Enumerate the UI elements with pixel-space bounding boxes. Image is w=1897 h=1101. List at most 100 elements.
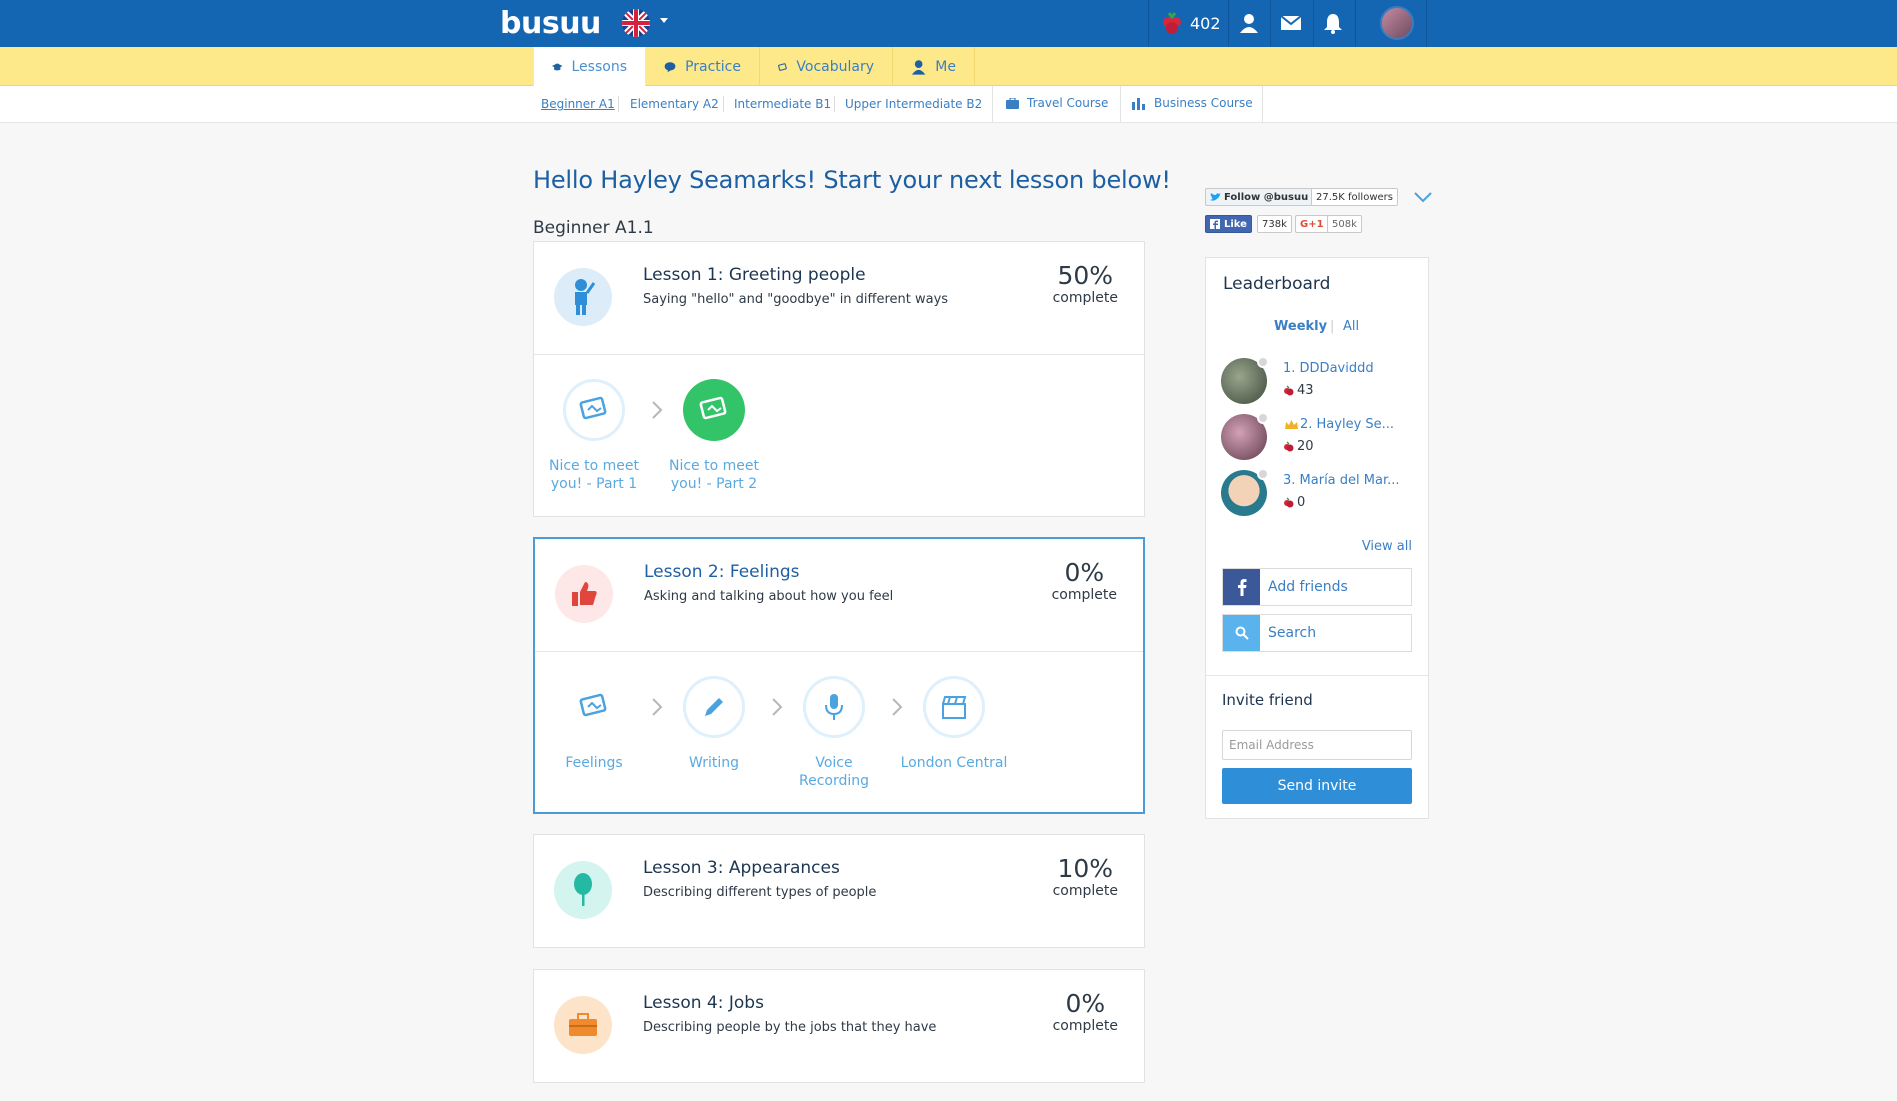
twitter-followers-count: 27.5K followers [1311,188,1398,206]
social-buttons: Follow @busuu 27.5K followers Like 738k … [1205,188,1435,238]
lesson-activities-1: Nice to meet you! - Part 1 Nice to meet yo… [534,355,1144,515]
page-title: Hello Hayley Seamarks! Start your next l… [533,166,1171,194]
lesson-desc-3: Describing different types of people [643,885,877,900]
activity-label: Recording [798,773,870,789]
complete-label: complete [1052,883,1118,899]
berry-icon [1284,384,1294,395]
lesson-progress-3: 10% complete [1052,854,1118,900]
flashcards-icon [563,379,625,441]
busuu-logo[interactable]: busuu [500,6,601,41]
section-label: Beginner A1.1 [533,218,654,238]
top-right-toolbar: 402 [1148,0,1428,47]
activity-voice-recording[interactable]: Voice Recording [779,676,889,790]
lesson-title-3: Lesson 3: Appearances [643,858,840,878]
activity-nice-to-meet-part2[interactable]: Nice to meet you! - Part 2 [659,379,769,493]
chevron-down-icon[interactable] [1414,192,1432,203]
lesson-header-3[interactable]: Lesson 3: Appearances Describing differe… [534,835,1144,948]
lesson-title-4: Lesson 4: Jobs [643,993,764,1013]
top-bar: busuu 402 [0,0,1897,47]
lesson-title-1: Lesson 1: Greeting people [643,265,866,285]
leaderboard-title: Leaderboard [1223,274,1331,294]
score-value: 43 [1297,383,1314,398]
lesson-desc-2: Asking and talking about how you feel [644,589,894,604]
lesson-card-4[interactable]: Lesson 4: Jobs Describing people by the … [533,969,1145,1083]
berry-points[interactable]: 402 [1160,10,1221,36]
graduation-cap-icon [552,63,563,71]
leaderboard-entry[interactable]: 2. Hayley Se... 20 [1221,412,1421,462]
thumbs-up-icon [555,565,613,623]
pencil-icon [683,676,745,738]
leaderboard-name: 2. Hayley Se... [1300,417,1395,432]
travel-course-link[interactable]: Travel Course [1006,96,1108,110]
complete-label: complete [1052,1018,1118,1034]
level-nav: Beginner A1 Elementary A2 Intermediate B… [0,86,1897,123]
profile-icon[interactable] [1238,12,1260,34]
lesson-header-1[interactable]: Lesson 1: Greeting people Saying "hello"… [534,242,1144,355]
leaderboard-tab-all[interactable]: All [1343,319,1359,334]
level-beginner-a1[interactable]: Beginner A1 [541,97,615,111]
lesson-activities-2: Feelings Writing Voice Recording London C… [535,652,1143,812]
lesson-card-1[interactable]: Lesson 1: Greeting people Saying "hello"… [533,241,1145,517]
facebook-like-button[interactable]: Like [1205,215,1252,233]
activity-label: London Central [900,755,1008,771]
hand-mirror-icon [554,861,612,919]
tab-me-label: Me [935,58,956,75]
activity-label: Nice to meet [669,458,759,474]
level-upper-intermediate-b2[interactable]: Upper Intermediate B2 [845,97,982,111]
lesson-header-2[interactable]: Lesson 2: Feelings Asking and talking ab… [535,539,1143,652]
lesson-percent-4: 0% [1065,989,1106,1018]
bell-icon[interactable] [1322,12,1344,34]
twitter-follow-button[interactable]: Follow @busuu [1205,188,1314,206]
send-invite-button[interactable]: Send invite [1222,768,1412,804]
search-friends-button[interactable]: Search [1222,614,1412,652]
leaderboard-name-wrap: 2. Hayley Se... [1283,417,1394,432]
view-all-link[interactable]: View all [1362,539,1412,554]
flashcards-icon [778,62,787,71]
activity-label: Voice [815,755,853,771]
lesson-card-3[interactable]: Lesson 3: Appearances Describing differe… [533,834,1145,948]
user-icon [911,59,926,75]
lesson-percent-3: 10% [1057,854,1114,883]
search-label: Search [1268,625,1317,641]
crown-icon [1285,420,1298,429]
leaderboard-entry[interactable]: 1. DDDaviddd 43 [1221,356,1421,406]
tab-lessons[interactable]: Lessons [533,47,646,87]
leaderboard-tab-weekly[interactable]: Weekly [1274,319,1327,334]
berry-icon [1163,12,1181,34]
leaderboard-panel: Leaderboard Weekly | All 1. DDDaviddd 43… [1205,257,1429,819]
business-course-label: Business Course [1154,96,1253,110]
lesson-progress-2: 0% complete [1052,559,1117,604]
add-friends-button[interactable]: Add friends [1222,568,1412,606]
twitter-label: Follow @busuu [1224,191,1309,203]
lesson-card-2[interactable]: Lesson 2: Feelings Asking and talking ab… [533,537,1145,814]
facebook-like-label: Like [1224,218,1247,230]
lesson-progress-1: 50% complete [1053,262,1118,307]
leaderboard-score: 0 [1283,495,1305,510]
google-plus-button[interactable]: G+1 [1295,215,1329,233]
activity-feelings[interactable]: Feelings [539,676,649,772]
language-selector[interactable] [622,9,670,39]
leaderboard-name: 1. DDDaviddd [1283,361,1374,376]
leaderboard-entry[interactable]: 3. María del Mar... 0 [1221,468,1421,518]
activity-nice-to-meet-part1[interactable]: Nice to meet you! - Part 1 [539,379,649,493]
flashcards-done-icon [683,379,745,441]
mail-icon[interactable] [1280,12,1302,34]
business-course-link[interactable]: Business Course [1132,96,1253,110]
activity-london-central[interactable]: London Central [899,676,1009,772]
email-field[interactable] [1222,730,1412,760]
user-avatar[interactable] [1380,6,1414,40]
lesson-desc-1: Saying "hello" and "goodbye" in differen… [643,292,949,307]
main-tabs: Lessons Practice Vocabulary Me [0,47,1897,87]
level-elementary-a2[interactable]: Elementary A2 [630,97,719,111]
level-intermediate-b1[interactable]: Intermediate B1 [734,97,831,111]
tab-lessons-label: Lessons [571,59,628,75]
lesson-header-4[interactable]: Lesson 4: Jobs Describing people by the … [534,970,1144,1083]
microphone-icon [803,676,865,738]
tab-practice[interactable]: Practice [646,47,760,86]
tab-vocabulary[interactable]: Vocabulary [760,47,893,86]
leaderboard-score: 20 [1283,439,1314,454]
bar-chart-icon [1132,98,1145,110]
travel-course-label: Travel Course [1027,96,1109,110]
activity-writing[interactable]: Writing [659,676,769,772]
tab-me[interactable]: Me [893,47,975,86]
